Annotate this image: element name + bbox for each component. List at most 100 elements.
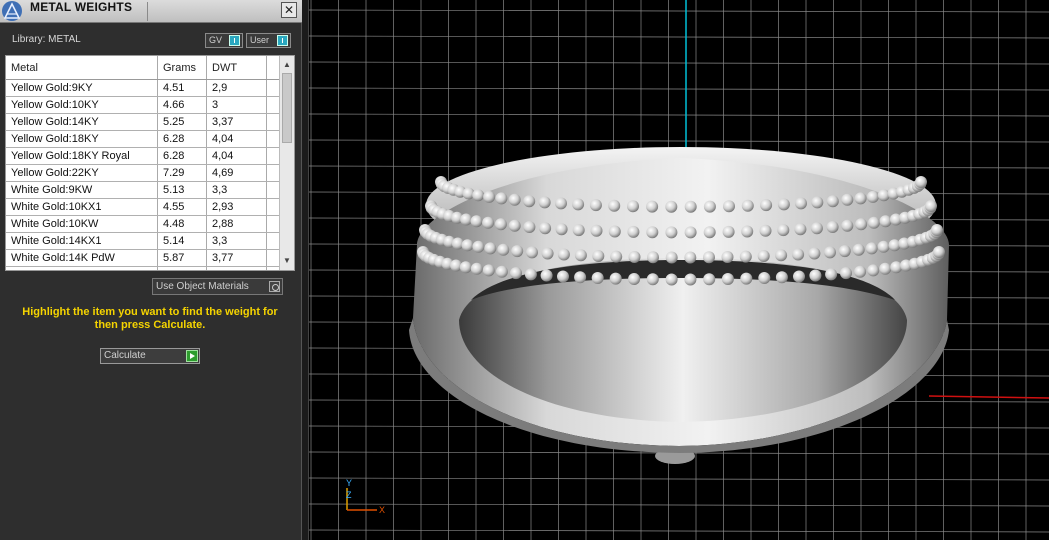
dwt-cell: 4,69 [207,165,267,181]
dwt-cell: 4,04 [207,148,267,164]
ring-bead [494,218,507,231]
gv-toggle-label: GV [209,35,223,45]
table-row[interactable]: White Gold:14KW4.572,92 [6,267,279,270]
metal-cell: White Gold:10KX1 [6,199,158,215]
ring-bead [628,251,641,263]
ring-bead [472,189,485,202]
ring-bead [684,251,697,264]
ring-bead [838,245,851,258]
ring-bead [867,264,880,277]
filler-cell [267,165,279,181]
table-row[interactable]: Yellow Gold:18KY 6.28 4,04 [6,131,279,148]
grid-line [309,529,1049,533]
ring-bead [739,250,752,263]
metal-cell: Yellow Gold:14KY [6,114,158,130]
gizmo-y-label: Y [346,478,352,488]
dwt-cell: 3,77 [207,250,267,266]
grams-cell: 4.51 [158,80,207,96]
ring-bead [646,273,659,286]
table-row[interactable]: Yellow Gold:9KY 4.51 2,9 [6,80,279,97]
grams-cell: 7.29 [158,165,207,181]
ring-bead [511,245,524,258]
ring-bead [866,190,879,203]
ring-bead [722,225,735,238]
column-header-metal[interactable]: Metal [6,56,158,79]
3d-viewport[interactable]: Y Z X [308,0,1049,540]
close-button[interactable]: ✕ [281,2,297,18]
table-row[interactable]: White Gold:14K PdW 5.87 3,77 [6,250,279,267]
ring-bead [792,248,805,261]
grams-cell: 5.13 [158,182,207,198]
ring-bead [775,249,788,262]
table-row[interactable]: Yellow Gold:10KY 4.66 3 [6,97,279,114]
dwt-cell: 3 [207,97,267,113]
ring-bead [610,250,623,263]
filler-cell [267,80,279,96]
ring-bead [483,190,496,203]
ring-bead [855,218,868,231]
dwt-cell: 2,92 [207,267,267,270]
ring-bead [470,215,483,228]
library-label: Library: METAL [12,34,81,45]
gv-toggle[interactable]: GV [205,33,243,48]
metal-cell: Yellow Gold:18KY Royal [6,148,158,164]
dwt-cell: 4,04 [207,131,267,147]
calculate-button[interactable]: Calculate [100,348,200,364]
metal-table: Metal Grams DWT Yellow Gold:9KY 4.51 2,9 Ye… [5,55,295,271]
grams-cell: 5.87 [158,250,207,266]
ring-bead [510,267,522,280]
grams-cell: 4.55 [158,199,207,215]
ring-bead [665,226,678,239]
x-axis-line [928,395,1049,399]
use-object-materials-label: Use Object Materials [156,281,249,292]
table-header: Metal Grams DWT [6,56,279,80]
ring-bead [741,225,754,238]
ring-bead [482,264,495,277]
ring-bead [760,199,773,212]
ring-bead [574,249,587,262]
metal-cell: White Gold:14K PdW [6,250,158,266]
table-row[interactable]: Yellow Gold:18KY Royal 6.28 4,04 [6,148,279,165]
metal-cell: Yellow Gold:9KY [6,80,158,96]
ring-bead [574,271,587,284]
grid-line [309,87,1049,91]
grid-line [309,503,1049,507]
ring-bead [795,197,807,210]
column-header-grams[interactable]: Grams [158,56,207,79]
table-row[interactable]: White Gold:9KW 5.13 3,3 [6,182,279,199]
table-row[interactable]: Yellow Gold:22KY 7.29 4,69 [6,165,279,182]
ring-bead [646,200,659,213]
ring-bead [826,195,839,208]
ring-bead [608,199,621,212]
ring-bead [810,222,823,235]
ring-bead [557,248,570,261]
ring-bead [777,224,790,237]
table-row[interactable]: White Gold:14KX1 5.14 3,3 [6,233,279,250]
ring-bead [854,192,867,205]
table-scrollbar[interactable]: ▲ ▼ [279,56,294,270]
ring-bead [723,200,735,213]
ring-bead [867,216,880,229]
ring-bead [508,219,521,232]
table-row[interactable]: Yellow Gold:14KY 5.25 3,37 [6,114,279,131]
viewport-canvas: Y Z X [309,0,1049,540]
table-row[interactable]: White Gold:10KX1 4.55 2,93 [6,199,279,216]
scroll-thumb[interactable] [282,73,292,143]
filler-cell [267,267,279,270]
scroll-up-arrow-icon[interactable]: ▲ [280,58,294,72]
ring-bead [757,250,770,262]
user-toggle[interactable]: User [246,33,291,48]
ring-bead [608,225,621,238]
ring-bead [852,243,865,256]
ring-bead [628,273,641,285]
ring-bead [777,198,790,211]
column-header-dwt[interactable]: DWT [207,56,267,79]
calculate-label: Calculate [104,350,146,361]
ring-bead [931,224,943,236]
table-row[interactable]: White Gold:10KW 4.48 2,88 [6,216,279,233]
ring-model[interactable] [409,147,949,464]
use-object-materials-button[interactable]: Use Object Materials [152,278,283,295]
scroll-down-arrow-icon[interactable]: ▼ [280,254,294,268]
ring-bead [523,221,536,233]
ring-bead [865,242,878,255]
